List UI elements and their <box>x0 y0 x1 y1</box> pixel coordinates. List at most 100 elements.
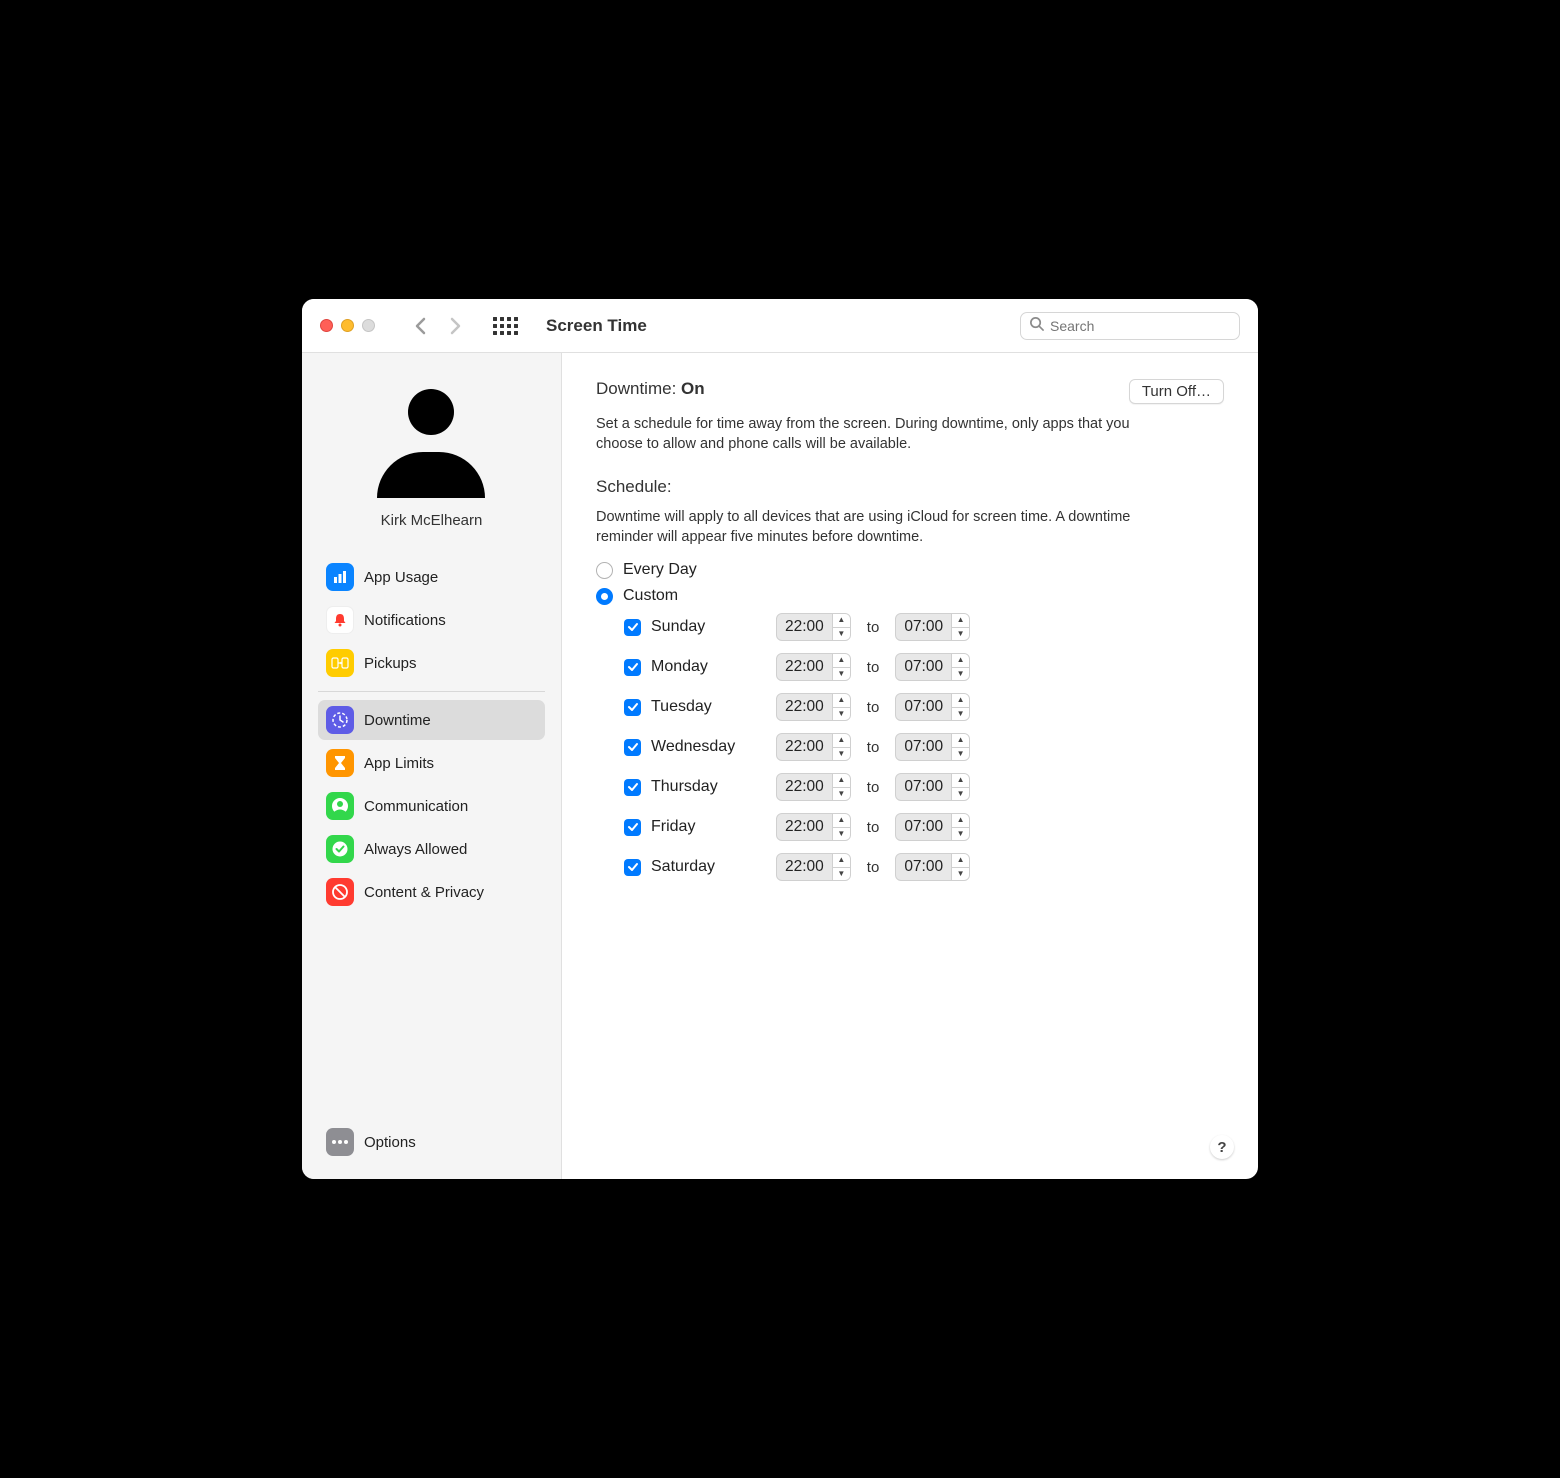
sidebar-item-options[interactable]: Options <box>318 1122 545 1162</box>
back-button[interactable] <box>405 311 435 341</box>
stepper-down[interactable]: ▼ <box>952 788 969 801</box>
from-time-input[interactable]: 22:00▲▼ <box>776 653 851 681</box>
day-checkbox[interactable] <box>624 739 641 756</box>
stepper-up[interactable]: ▲ <box>833 614 850 628</box>
day-checkbox[interactable] <box>624 659 641 676</box>
stepper-down[interactable]: ▼ <box>952 748 969 761</box>
stepper-up[interactable]: ▲ <box>952 774 969 788</box>
time-value: 07:00 <box>896 654 951 680</box>
forward-button[interactable] <box>441 311 471 341</box>
stepper-down[interactable]: ▼ <box>833 748 850 761</box>
ellipsis-icon <box>326 1128 354 1156</box>
to-time-input[interactable]: 07:00▲▼ <box>895 733 970 761</box>
close-button[interactable] <box>320 319 333 332</box>
stepper-up[interactable]: ▲ <box>952 814 969 828</box>
sidebar-item-app-limits[interactable]: App Limits <box>318 743 545 783</box>
stepper-up[interactable]: ▲ <box>833 694 850 708</box>
from-time-input[interactable]: 22:00▲▼ <box>776 613 851 641</box>
profile: Kirk McElhearn <box>318 383 545 529</box>
nav-buttons <box>405 311 471 341</box>
sidebar-item-notifications[interactable]: Notifications <box>318 600 545 640</box>
from-time-input[interactable]: 22:00▲▼ <box>776 693 851 721</box>
stepper: ▲▼ <box>951 814 969 840</box>
minimize-button[interactable] <box>341 319 354 332</box>
stepper-up[interactable]: ▲ <box>833 814 850 828</box>
to-time-input[interactable]: 07:00▲▼ <box>895 773 970 801</box>
stepper-down[interactable]: ▼ <box>952 628 969 641</box>
from-time-input[interactable]: 22:00▲▼ <box>776 733 851 761</box>
day-label: Tuesday <box>651 698 766 716</box>
sidebar-item-pickups[interactable]: Pickups <box>318 643 545 683</box>
sidebar-item-always-allowed[interactable]: Always Allowed <box>318 829 545 869</box>
sidebar-item-downtime[interactable]: Downtime <box>318 700 545 740</box>
time-value: 07:00 <box>896 614 951 640</box>
day-label: Friday <box>651 818 766 836</box>
day-checkbox[interactable] <box>624 619 641 636</box>
stepper-down[interactable]: ▼ <box>833 828 850 841</box>
to-time-input[interactable]: 07:00▲▼ <box>895 813 970 841</box>
stepper-down[interactable]: ▼ <box>952 868 969 881</box>
sidebar-item-communication[interactable]: Communication <box>318 786 545 826</box>
time-value: 22:00 <box>777 694 832 720</box>
day-checkbox[interactable] <box>624 859 641 876</box>
radio-icon <box>596 562 613 579</box>
stepper-down[interactable]: ▼ <box>952 668 969 681</box>
sidebar-item-app-usage[interactable]: App Usage <box>318 557 545 597</box>
day-checkbox[interactable] <box>624 779 641 796</box>
day-row-tuesday: Tuesday22:00▲▼to07:00▲▼ <box>624 693 1224 721</box>
sidebar-item-label: Notifications <box>364 612 446 629</box>
to-label: to <box>867 779 880 796</box>
to-time-input[interactable]: 07:00▲▼ <box>895 613 970 641</box>
zoom-button[interactable] <box>362 319 375 332</box>
to-label: to <box>867 859 880 876</box>
stepper-up[interactable]: ▲ <box>952 614 969 628</box>
to-time-input[interactable]: 07:00▲▼ <box>895 693 970 721</box>
stepper: ▲▼ <box>832 854 850 880</box>
stepper-up[interactable]: ▲ <box>952 854 969 868</box>
stepper-down[interactable]: ▼ <box>833 708 850 721</box>
custom-radio[interactable]: Custom <box>596 587 1224 605</box>
stepper-up[interactable]: ▲ <box>952 654 969 668</box>
sidebar-item-label: Communication <box>364 798 468 815</box>
stepper-up[interactable]: ▲ <box>952 734 969 748</box>
stepper-down[interactable]: ▼ <box>833 628 850 641</box>
window-title: Screen Time <box>546 316 647 336</box>
bell-icon <box>326 606 354 634</box>
every-day-radio[interactable]: Every Day <box>596 561 1224 579</box>
to-label: to <box>867 659 880 676</box>
divider <box>318 691 545 692</box>
stepper-up[interactable]: ▲ <box>952 694 969 708</box>
show-all-preferences-button[interactable] <box>493 317 518 335</box>
stepper: ▲▼ <box>832 814 850 840</box>
sidebar-item-content-privacy[interactable]: Content & Privacy <box>318 872 545 912</box>
day-checkbox[interactable] <box>624 819 641 836</box>
stepper-down[interactable]: ▼ <box>833 868 850 881</box>
help-button[interactable]: ? <box>1210 1135 1234 1159</box>
from-time-input[interactable]: 22:00▲▼ <box>776 773 851 801</box>
to-time-input[interactable]: 07:00▲▼ <box>895 653 970 681</box>
search-field[interactable] <box>1020 312 1240 340</box>
day-checkbox[interactable] <box>624 699 641 716</box>
person-circle-icon <box>326 792 354 820</box>
time-value: 07:00 <box>896 734 951 760</box>
stepper-down[interactable]: ▼ <box>952 708 969 721</box>
time-value: 22:00 <box>777 654 832 680</box>
stepper-up[interactable]: ▲ <box>833 854 850 868</box>
to-time-input[interactable]: 07:00▲▼ <box>895 853 970 881</box>
search-input[interactable] <box>1050 318 1231 334</box>
turn-off-button[interactable]: Turn Off… <box>1129 379 1224 404</box>
day-label: Sunday <box>651 618 766 636</box>
search-icon <box>1029 316 1044 335</box>
system-preferences-window: Screen Time Kirk McElhearn App Usage Noti… <box>302 299 1258 1179</box>
stepper-up[interactable]: ▲ <box>833 734 850 748</box>
stepper-up[interactable]: ▲ <box>833 774 850 788</box>
stepper-down[interactable]: ▼ <box>833 668 850 681</box>
stepper-up[interactable]: ▲ <box>833 654 850 668</box>
from-time-input[interactable]: 22:00▲▼ <box>776 853 851 881</box>
downtime-header: Downtime: On Turn Off… <box>596 379 1224 404</box>
from-time-input[interactable]: 22:00▲▼ <box>776 813 851 841</box>
stepper-down[interactable]: ▼ <box>952 828 969 841</box>
time-value: 07:00 <box>896 774 951 800</box>
stepper-down[interactable]: ▼ <box>833 788 850 801</box>
profile-name: Kirk McElhearn <box>381 512 483 529</box>
